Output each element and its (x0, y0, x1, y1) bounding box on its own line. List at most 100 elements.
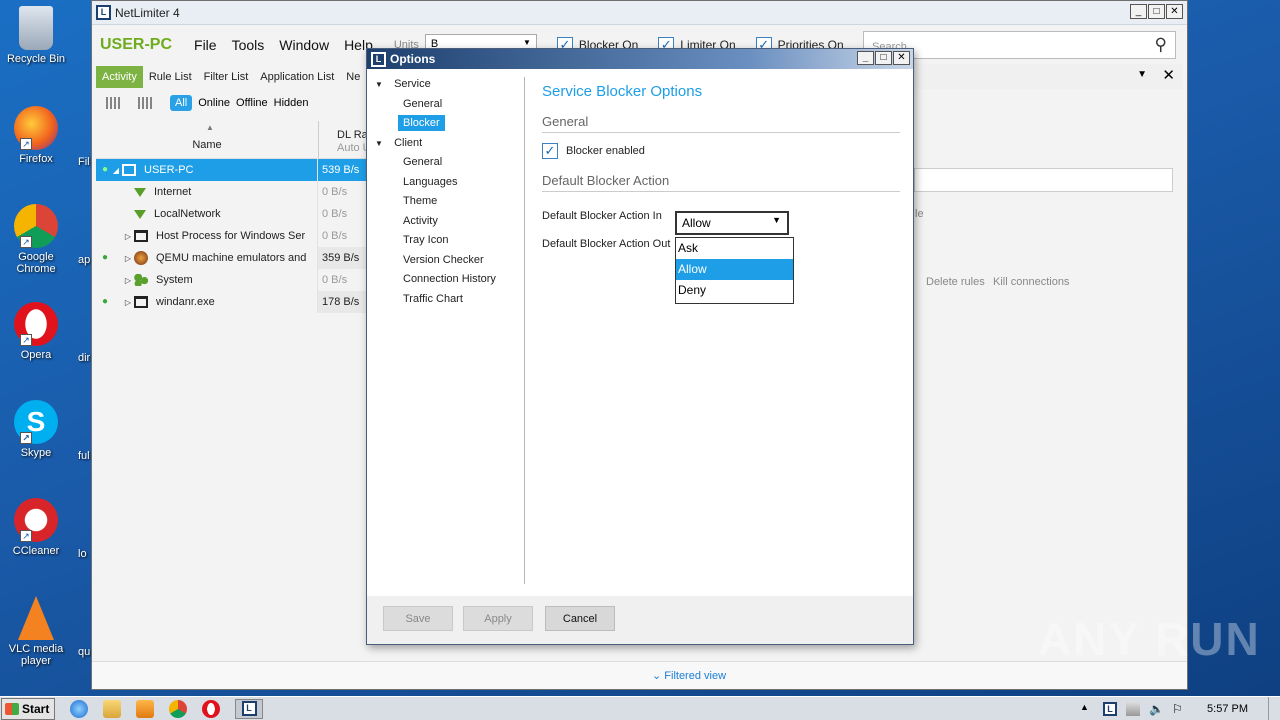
show-desktop-button[interactable] (1268, 697, 1280, 720)
shortcut-arrow-icon: ↗ (20, 138, 32, 150)
table-row[interactable]: Internet 0 B/s (96, 181, 371, 203)
minimize-button[interactable]: _ (1130, 4, 1147, 19)
taskbar: Start L ▲ L 🔈 ⚐ 5:57 PM (0, 696, 1280, 720)
desktop-icon-recycle-bin[interactable]: Recycle Bin (4, 6, 68, 65)
tree-item-traffic-chart[interactable]: Traffic Chart (375, 290, 525, 310)
filter-all[interactable]: All (170, 95, 193, 111)
maximize-button[interactable]: □ (875, 51, 892, 65)
tray-expand-icon[interactable]: ▲ (1080, 702, 1094, 716)
window-app-icon (134, 230, 148, 242)
opera-icon[interactable] (202, 699, 220, 718)
chrome-icon: ↗ (14, 204, 58, 248)
tree-item-languages[interactable]: Languages (375, 173, 525, 193)
tab-activity[interactable]: Activity (96, 65, 143, 88)
menu-window[interactable]: Window (279, 37, 329, 53)
filter-hidden[interactable]: Hidden (274, 97, 309, 109)
dialog-titlebar[interactable]: L Options _ □ ✕ (367, 49, 913, 69)
expand-caret-icon[interactable]: ▷ (122, 298, 134, 307)
delete-rules-link[interactable]: Delete rules (926, 276, 985, 288)
grid-view-icon[interactable] (106, 97, 120, 109)
chrome-icon[interactable] (169, 699, 187, 718)
tree-node-client[interactable]: ▼ Client (375, 134, 525, 154)
desktop-icon-label: Firefox (19, 153, 53, 165)
netlimiter-logo-icon: L (96, 5, 111, 20)
expand-caret-icon[interactable]: ▷ (122, 232, 134, 241)
tree-item-tray-icon[interactable]: Tray Icon (375, 231, 525, 251)
tree-item-connection-history[interactable]: Connection History (375, 270, 525, 290)
media-player-icon[interactable] (136, 699, 154, 718)
chevron-down-icon[interactable]: ▼ (1137, 69, 1147, 80)
filter-online[interactable]: Online (198, 97, 230, 109)
apply-button[interactable]: Apply (463, 606, 533, 631)
window-titlebar[interactable]: L NetLimiter 4 _ □ ✕ (92, 1, 1187, 25)
rule-filter-input[interactable] (914, 168, 1173, 192)
menu-file[interactable]: File (194, 37, 217, 53)
table-row[interactable]: ● ◢ USER-PC 539 B/s (96, 159, 371, 181)
table-row[interactable]: ▷ Host Process for Windows Ser 0 B/s (96, 225, 371, 247)
sort-up-icon: ▲ (206, 123, 214, 132)
tab-filter-list[interactable]: Filter List (198, 66, 255, 88)
tree-item-theme[interactable]: Theme (375, 192, 525, 212)
table-row[interactable]: ● ▷ windanr.exe 178 B/s (96, 291, 371, 313)
column-name[interactable]: ▲ Name (96, 121, 318, 158)
minimize-button[interactable]: _ (857, 51, 874, 65)
dropdown-option-deny[interactable]: Deny (676, 280, 793, 301)
desktop-icon-opera[interactable]: ↗ Opera (4, 302, 68, 361)
flag-icon[interactable]: ⚐ (1172, 702, 1186, 716)
desktop-icon-ccleaner[interactable]: ↗ CCleaner (4, 498, 68, 557)
netlimiter-logo-icon: L (241, 701, 257, 716)
close-icon[interactable]: ✕ (1162, 66, 1175, 84)
expand-caret-icon[interactable]: ◢ (110, 166, 122, 175)
menu-tools[interactable]: Tools (232, 37, 265, 53)
filter-offline[interactable]: Offline (236, 97, 268, 109)
desktop-icon-chrome[interactable]: ↗ Google Chrome (4, 204, 68, 275)
tree-item-service-general[interactable]: General (375, 95, 525, 115)
close-button[interactable]: ✕ (893, 51, 910, 65)
main-tabs: Activity Rule List Filter List Applicati… (96, 64, 366, 89)
collapse-caret-icon[interactable]: ▼ (375, 134, 391, 154)
clock[interactable]: 5:57 PM (1207, 703, 1248, 715)
expand-caret-icon[interactable]: ▷ (122, 276, 134, 285)
cancel-button[interactable]: Cancel (545, 606, 615, 631)
tree-item-version-checker[interactable]: Version Checker (375, 251, 525, 271)
table-row[interactable]: ▷ System 0 B/s (96, 269, 371, 291)
start-button[interactable]: Start (1, 697, 55, 720)
shortcut-arrow-icon: ↗ (20, 236, 32, 248)
collapse-caret-icon[interactable]: ▼ (375, 75, 391, 95)
table-row[interactable]: LocalNetwork 0 B/s (96, 203, 371, 225)
tree-item-service-blocker[interactable]: Blocker (375, 114, 525, 134)
filtered-view-toggle[interactable]: ⌄ Filtered view (652, 669, 726, 682)
kill-connections-link[interactable]: Kill connections (993, 276, 1069, 288)
volume-icon[interactable]: 🔈 (1149, 702, 1164, 716)
tab-application-list[interactable]: Application List (254, 66, 340, 88)
tab-network[interactable]: Ne (340, 66, 366, 88)
tree-item-activity[interactable]: Activity (375, 212, 525, 232)
table-row[interactable]: ● ▷ QEMU machine emulators and 359 B/s (96, 247, 371, 269)
desktop-cut-label: dir (78, 352, 91, 364)
desktop-icon-skype[interactable]: S ↗ Skype (4, 400, 68, 459)
ie-icon[interactable] (70, 699, 88, 718)
network-icon[interactable] (1126, 702, 1141, 716)
tile-view-icon[interactable] (138, 97, 152, 109)
tree-node-service[interactable]: ▼ Service (375, 75, 525, 95)
desktop-icon-firefox[interactable]: ↗ Firefox (4, 106, 68, 165)
save-button[interactable]: Save (383, 606, 453, 631)
column-dl-rate[interactable]: DL Ra Auto U (318, 121, 371, 158)
dropdown-option-allow[interactable]: Allow (676, 259, 793, 280)
windows-logo-icon (5, 702, 19, 715)
netlimiter-taskbar-button[interactable]: L (235, 698, 263, 719)
search-icon[interactable]: ⚲ (1155, 35, 1167, 55)
blocker-enabled-checkbox[interactable]: ✓ Blocker enabled (542, 143, 900, 159)
expand-caret-icon[interactable]: ▷ (122, 254, 134, 263)
netlimiter-tray-icon[interactable]: L (1103, 702, 1118, 716)
maximize-button[interactable]: □ (1148, 4, 1165, 19)
dropdown-option-ask[interactable]: Ask (676, 238, 793, 259)
explorer-icon[interactable] (103, 699, 121, 718)
shortcut-arrow-icon: ↗ (20, 530, 32, 542)
machine-name[interactable]: USER-PC (100, 36, 172, 54)
tree-item-client-general[interactable]: General (375, 153, 525, 173)
tab-rule-list[interactable]: Rule List (143, 66, 198, 88)
close-button[interactable]: ✕ (1166, 4, 1183, 19)
desktop-icon-vlc[interactable]: VLC media player (4, 596, 68, 667)
action-in-select[interactable]: Allow ▼ (675, 211, 789, 235)
